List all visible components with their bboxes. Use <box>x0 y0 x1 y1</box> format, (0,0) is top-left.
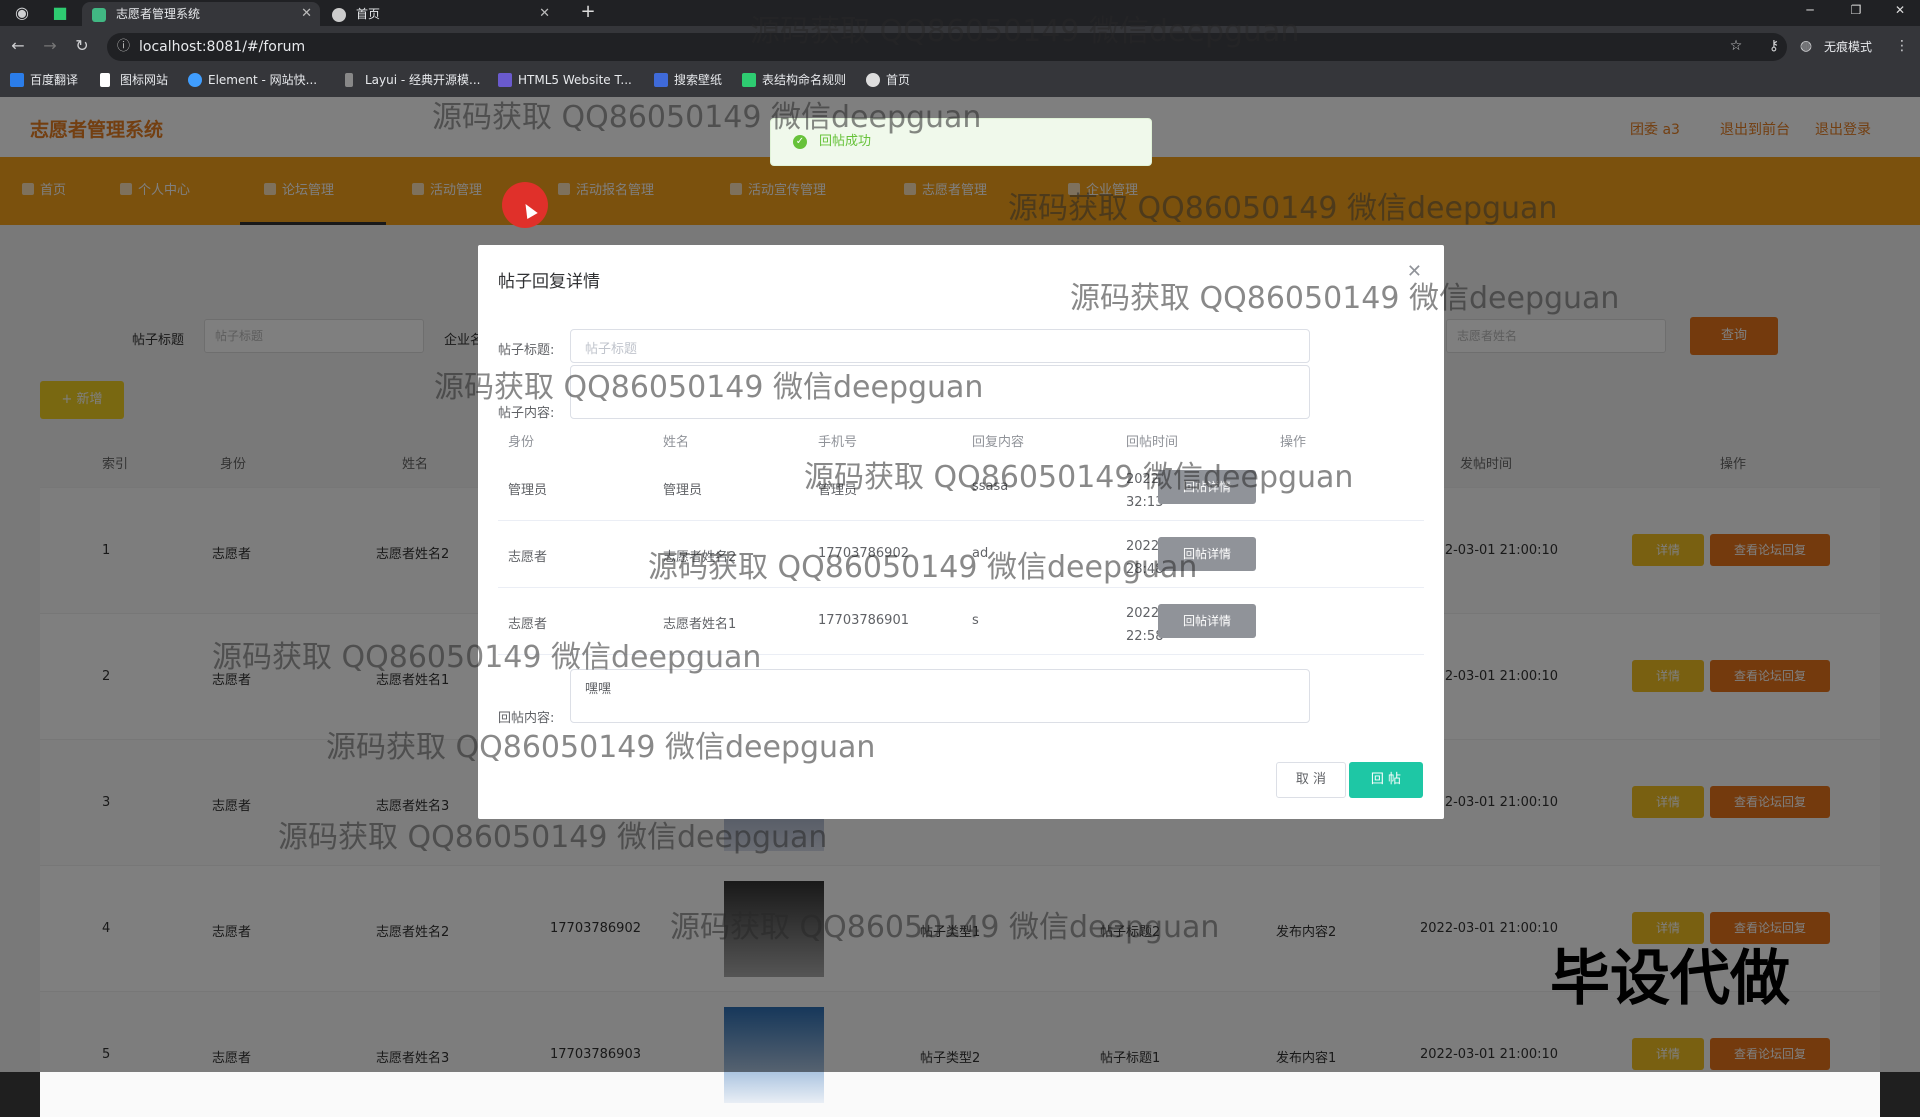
bookmark-item[interactable]: Layui - 经典开源模... <box>345 68 480 92</box>
post-title-input[interactable]: 帖子标题 <box>570 329 1310 363</box>
bookmark-item[interactable]: 百度翻译 <box>10 68 78 92</box>
reply-name: 志愿者姓名2 <box>663 550 737 565</box>
reply-row: 管理员 管理员 管理员 ssasa 2022-03-02 09:32:13 回帖… <box>498 454 1424 521</box>
reply-col-header: 手机号 <box>818 435 858 450</box>
close-icon[interactable]: ✕ <box>539 2 550 26</box>
layui-icon <box>345 73 353 87</box>
toast-message: 回帖成功 <box>819 134 872 149</box>
globe-icon <box>332 8 346 22</box>
success-toast: ✓ 回帖成功 <box>770 118 1152 166</box>
check-icon: ✓ <box>793 135 807 149</box>
more-icon[interactable]: ⋮ <box>1892 36 1912 56</box>
incognito-icon: ◍ <box>1799 38 1813 54</box>
table-icon <box>742 73 756 87</box>
url-text: localhost:8081/#/forum <box>139 39 306 55</box>
html5-icon <box>498 73 512 87</box>
minimize-icon[interactable]: ─ <box>1790 0 1830 20</box>
close-icon[interactable]: ✕ <box>301 2 312 26</box>
bookmark-item[interactable]: 搜索壁纸 <box>654 68 722 92</box>
bookmark-item[interactable]: Element - 网站快... <box>188 68 317 92</box>
reply-phone: 17703786901 <box>818 613 909 628</box>
reply-col-header: 操作 <box>1280 435 1307 450</box>
reply-col-header: 姓名 <box>663 435 690 450</box>
reply-role: 管理员 <box>508 483 548 498</box>
wallpaper-icon <box>654 73 668 87</box>
reply-detail-button[interactable]: 回帖详情 <box>1158 470 1256 504</box>
reply-detail-dialog: 帖子回复详情 ✕ 帖子标题: 帖子标题 帖子内容: 身份 姓名 手机号 回复内容… <box>478 245 1444 819</box>
reply-col-header: 身份 <box>508 435 535 450</box>
info-icon: ⓘ <box>117 39 131 54</box>
reload-icon[interactable]: ↻ <box>72 36 92 56</box>
reply-row: 志愿者 志愿者姓名1 17703786901 s 2022-03-01 21:2… <box>498 588 1424 655</box>
post-title-label: 帖子标题: <box>498 343 555 358</box>
reply-row: 志愿者 志愿者姓名2 17703786902 ad 2022-03-02 09:… <box>498 521 1424 588</box>
tab-strip: ◉ ■ 志愿者管理系统 ✕ 首页 ✕ + ─ ❐ ✕ <box>0 0 1920 26</box>
bookmark-item[interactable]: 首页 <box>866 68 910 92</box>
submit-reply-button[interactable]: 回 帖 <box>1349 762 1423 798</box>
reply-content-textarea[interactable]: 嘿嘿 <box>570 669 1310 723</box>
close-icon[interactable]: ✕ <box>1407 261 1422 282</box>
reply-detail-button[interactable]: 回帖详情 <box>1158 604 1256 638</box>
new-tab-icon[interactable]: + <box>568 2 608 22</box>
reply-content-label: 回帖内容: <box>498 711 555 726</box>
reply-detail-button[interactable]: 回帖详情 <box>1158 537 1256 571</box>
chrome-menu-icon[interactable]: ◉ <box>12 3 32 23</box>
browser-chrome: ◉ ■ 志愿者管理系统 ✕ 首页 ✕ + ─ ❐ ✕ ← → ↻ ⓘ local… <box>0 0 1920 97</box>
tab-title: 志愿者管理系统 <box>116 7 201 21</box>
cancel-button[interactable]: 取 消 <box>1276 762 1346 798</box>
bookmark-item[interactable]: 表结构命名规则 <box>742 68 846 92</box>
tab-home[interactable]: 首页 ✕ <box>322 2 558 26</box>
app-icon[interactable]: ■ <box>50 3 70 23</box>
dialog-title: 帖子回复详情 <box>498 272 600 292</box>
address-bar: ← → ↻ ⓘ localhost:8081/#/forum ☆ ⚷ ◍ 无痕模… <box>0 30 1920 64</box>
tab-volunteer-system[interactable]: 志愿者管理系统 ✕ <box>82 2 320 26</box>
vue-icon <box>92 8 106 22</box>
forward-icon[interactable]: → <box>40 36 60 56</box>
reply-role: 志愿者 <box>508 617 548 632</box>
url-input[interactable]: ⓘ localhost:8081/#/forum <box>107 33 1787 61</box>
bookmark-item[interactable]: 图标网站 <box>100 68 168 92</box>
profile-label[interactable]: 无痕模式 <box>1824 38 1872 55</box>
translate-icon <box>10 73 24 87</box>
bookmarks-bar: 百度翻译 图标网站 Element - 网站快... Layui - 经典开源模… <box>0 68 1920 92</box>
window-close-icon[interactable]: ✕ <box>1880 0 1920 20</box>
reply-role: 志愿者 <box>508 550 548 565</box>
star-icon[interactable]: ☆ <box>1726 36 1746 56</box>
restore-icon[interactable]: ❐ <box>1836 0 1876 20</box>
reply-col-header: 回复内容 <box>972 435 1025 450</box>
reply-phone: 17703786902 <box>818 546 909 561</box>
corner-watermark: 毕设代做 <box>1550 944 1790 1014</box>
reply-col-header: 回帖时间 <box>1126 435 1179 450</box>
reply-content: s <box>972 613 979 628</box>
post-content-textarea[interactable] <box>570 365 1310 419</box>
key-icon[interactable]: ⚷ <box>1764 36 1784 56</box>
flag-icon <box>100 73 110 87</box>
post-content-label: 帖子内容: <box>498 406 555 421</box>
reply-content: ad <box>972 546 989 561</box>
bookmark-item[interactable]: HTML5 Website T... <box>498 68 632 92</box>
reply-name: 管理员 <box>663 483 703 498</box>
tab-title: 首页 <box>356 7 381 21</box>
reply-name: 志愿者姓名1 <box>663 617 737 632</box>
element-icon <box>188 73 202 87</box>
globe-icon <box>866 73 880 87</box>
reply-content: ssasa <box>972 479 1009 494</box>
back-icon[interactable]: ← <box>8 36 28 56</box>
reply-phone: 管理员 <box>818 483 858 498</box>
